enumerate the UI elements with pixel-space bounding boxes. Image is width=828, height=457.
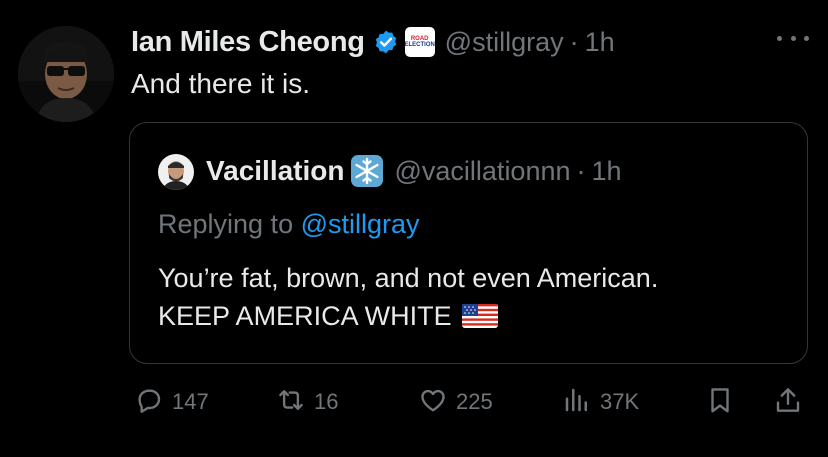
- author-handle[interactable]: @stillgray: [445, 27, 564, 58]
- reply-count: 147: [172, 389, 209, 414]
- author-avatar[interactable]: [18, 26, 114, 122]
- quote-text-line1: You’re fat, brown, and not even American…: [158, 263, 659, 293]
- reply-button[interactable]: 147: [134, 382, 209, 422]
- repost-count: 16: [314, 389, 339, 414]
- quote-separator-dot: ·: [576, 155, 586, 186]
- share-button[interactable]: [773, 382, 803, 422]
- reply-icon: [134, 385, 164, 420]
- verified-icon[interactable]: [373, 29, 399, 55]
- more-icon[interactable]: [777, 26, 809, 50]
- views-button[interactable]: 37K: [562, 382, 639, 422]
- separator-dot: ·: [569, 26, 579, 57]
- views-count: 37K: [600, 389, 640, 414]
- quote-author-name[interactable]: Vacillation: [206, 155, 345, 187]
- quoted-tweet[interactable]: Vacillation @vacillationnn · 1h Replying…: [129, 122, 808, 364]
- replying-prefix: Replying to: [158, 209, 294, 239]
- like-icon: [418, 385, 448, 420]
- repost-button[interactable]: 16: [276, 382, 338, 422]
- replying-to: Replying to @stillgray: [158, 209, 420, 240]
- like-count: 225: [456, 389, 493, 414]
- author-name[interactable]: Ian Miles Cheong: [131, 26, 365, 59]
- tweet-time[interactable]: 1h: [585, 27, 615, 58]
- bookmark-button[interactable]: [705, 382, 735, 422]
- bookmark-icon: [705, 385, 735, 420]
- action-bar: 147 16 225 37K: [0, 382, 828, 422]
- tweet-header: Ian Miles Cheong ROAD ELECTION @stillgra…: [131, 22, 615, 62]
- quote-text-line2: KEEP AMERICA WHITE: [158, 301, 452, 331]
- snowflake-icon: [349, 153, 385, 189]
- quote-text-line2-row: KEEP AMERICA WHITE: [158, 297, 658, 335]
- quote-time[interactable]: 1h: [592, 156, 622, 187]
- like-button[interactable]: 225: [418, 382, 493, 422]
- views-icon: [562, 385, 592, 420]
- us-flag-icon: [461, 300, 498, 328]
- repost-icon: [276, 385, 306, 420]
- affiliate-badge-line2: ELECTION: [404, 42, 435, 48]
- tweet-text: And there it is.: [131, 68, 310, 99]
- quote-text: You’re fat, brown, and not even American…: [158, 259, 658, 335]
- quote-author-handle[interactable]: @vacillationnn: [395, 156, 571, 187]
- quote-header: Vacillation @vacillationnn · 1h: [206, 151, 622, 191]
- replying-handle-link[interactable]: @stillgray: [301, 209, 420, 239]
- share-icon: [773, 385, 803, 420]
- affiliate-badge-icon[interactable]: ROAD ELECTION: [405, 27, 435, 57]
- quote-author-avatar[interactable]: [158, 154, 194, 190]
